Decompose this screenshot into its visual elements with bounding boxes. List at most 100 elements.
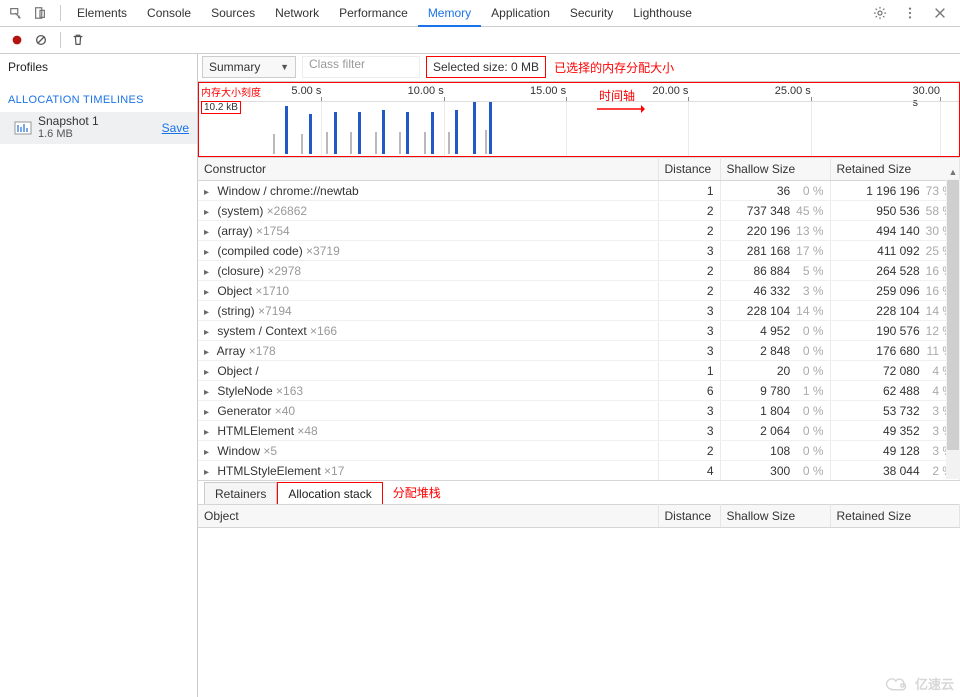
table-row[interactable]: ▸ HTMLStyleElement ×174300 0 %38 044 2 %	[198, 461, 960, 480]
timeline-graph[interactable]	[199, 101, 959, 157]
retainers-table: ObjectDistanceShallow SizeRetained Size	[198, 504, 960, 697]
tab-lighthouse[interactable]: Lighthouse	[623, 0, 702, 27]
alloc-bar	[301, 134, 303, 154]
table-row[interactable]: ▸ Window / chrome://newtab136 0 %1 196 1…	[198, 181, 960, 201]
selected-size-box: Selected size: 0 MB	[426, 56, 546, 78]
annotation-mem-scale: 内存大小刻度	[201, 84, 261, 99]
alloc-bar	[431, 112, 434, 154]
devtools-tab-bar: ElementsConsoleSourcesNetworkPerformance…	[0, 0, 960, 27]
table-row[interactable]: ▸ Object ×1710246 332 3 %259 096 16 %	[198, 281, 960, 301]
col-retained-size[interactable]: Retained Size	[830, 158, 960, 181]
table-row[interactable]: ▸ (string) ×71943228 104 14 %228 104 14 …	[198, 301, 960, 321]
alloc-bar	[382, 110, 385, 154]
alloc-bar	[399, 132, 401, 154]
class-filter-input[interactable]: Class filter	[302, 56, 420, 78]
alloc-bar	[455, 110, 458, 154]
tab-retainers[interactable]: Retainers	[204, 482, 277, 504]
col-constructor[interactable]: Constructor	[198, 158, 658, 181]
table-row[interactable]: ▸ Generator ×4031 804 0 %53 732 3 %	[198, 401, 960, 421]
more-icon[interactable]	[900, 3, 920, 23]
filter-bar: Summary ▼ Class filter Selected size: 0 …	[198, 54, 960, 82]
col-distance[interactable]: Distance	[658, 504, 720, 527]
alloc-bar	[489, 101, 492, 155]
watermark-text: 亿速云	[915, 674, 954, 693]
table-row[interactable]: ▸ Object /120 0 %72 080 4 %	[198, 361, 960, 381]
alloc-bar	[334, 112, 337, 154]
tab-network[interactable]: Network	[265, 0, 329, 27]
record-icon[interactable]	[6, 29, 28, 51]
detail-tabs: Retainers Allocation stack 分配堆栈	[198, 480, 960, 504]
tab-sources[interactable]: Sources	[201, 0, 265, 27]
timeline-ticks: 5.00 s10.00 s15.00 s20.00 s25.00 s30.00 …	[199, 83, 959, 101]
table-row[interactable]: ▸ Window ×52108 0 %49 128 3 %	[198, 441, 960, 461]
tick-label: 25.00 s	[775, 85, 811, 97]
alloc-bar	[485, 130, 487, 154]
col-object[interactable]: Object	[198, 504, 658, 527]
col-shallow-size[interactable]: Shallow Size	[720, 158, 830, 181]
annotation-time-axis: 时间轴	[599, 87, 635, 104]
annotation-selected-size: 已选择的内存分配大小	[554, 59, 674, 76]
tab-application[interactable]: Application	[481, 0, 560, 27]
chevron-down-icon: ▼	[280, 62, 289, 72]
table-row[interactable]: ▸ (compiled code) ×37193281 168 17 %411 …	[198, 241, 960, 261]
alloc-bar	[424, 132, 426, 154]
selected-size-label: Selected size: 0 MB	[433, 60, 539, 74]
col-retained-size[interactable]: Retained Size	[830, 504, 960, 527]
view-mode-label: Summary	[209, 60, 260, 74]
profiles-sidebar: Profiles ALLOCATION TIMELINES Snapshot 1…	[0, 54, 198, 697]
save-link[interactable]: Save	[162, 121, 189, 135]
tab-elements[interactable]: Elements	[67, 0, 137, 27]
alloc-bar	[473, 102, 476, 154]
memory-toolbar	[0, 27, 960, 54]
alloc-bar	[406, 112, 409, 154]
col-distance[interactable]: Distance	[658, 158, 720, 181]
allocation-timelines-group: ALLOCATION TIMELINES	[0, 88, 197, 112]
alloc-bar	[326, 132, 328, 154]
allocation-timeline[interactable]: 5.00 s10.00 s15.00 s20.00 s25.00 s30.00 …	[198, 82, 960, 158]
table-row[interactable]: ▸ (system) ×268622737 348 45 %950 536 58…	[198, 201, 960, 221]
snapshot-item[interactable]: Snapshot 1 1.6 MB Save	[0, 112, 197, 144]
constructor-table: ConstructorDistanceShallow SizeRetained …	[198, 157, 960, 479]
gear-icon[interactable]	[870, 3, 890, 23]
tab-security[interactable]: Security	[560, 0, 623, 27]
tick-label: 15.00 s	[530, 85, 566, 97]
alloc-bar	[358, 112, 361, 154]
tick-label: 5.00 s	[291, 85, 321, 97]
scroll-up-icon[interactable]: ▲	[946, 167, 960, 177]
table-row[interactable]: ▸ Array ×17832 848 0 %176 680 11 %	[198, 341, 960, 361]
tab-memory[interactable]: Memory	[418, 0, 481, 27]
profiles-title: Profiles	[0, 54, 197, 80]
alloc-bar	[273, 134, 275, 154]
tick-label: 20.00 s	[652, 85, 688, 97]
alloc-bar	[375, 132, 377, 154]
snapshot-label: Snapshot 1	[38, 114, 162, 128]
scrollbar-thumb[interactable]	[947, 180, 959, 450]
table-row[interactable]: ▸ HTMLElement ×4832 064 0 %49 352 3 %	[198, 421, 960, 441]
device-toolbar-icon[interactable]	[30, 3, 50, 23]
close-icon[interactable]	[930, 3, 950, 23]
alloc-bar	[448, 132, 450, 154]
tab-console[interactable]: Console	[137, 0, 201, 27]
table-row[interactable]: ▸ StyleNode ×16369 780 1 %62 488 4 %	[198, 381, 960, 401]
separator	[60, 32, 61, 48]
inspect-element-icon[interactable]	[6, 3, 26, 23]
alloc-bar	[309, 114, 312, 154]
main-panel: Summary ▼ Class filter Selected size: 0 …	[198, 54, 960, 697]
constructor-table-wrap: ConstructorDistanceShallow SizeRetained …	[198, 157, 960, 479]
table-row[interactable]: ▸ (array) ×17542220 196 13 %494 140 30 %	[198, 221, 960, 241]
trash-icon[interactable]	[67, 29, 89, 51]
tab-allocation-stack[interactable]: Allocation stack	[277, 482, 382, 504]
table-row[interactable]: ▸ system / Context ×16634 952 0 %190 576…	[198, 321, 960, 341]
watermark: 亿速云	[885, 674, 954, 693]
annotation-alloc-stack: 分配堆栈	[393, 484, 441, 504]
clear-icon[interactable]	[30, 29, 52, 51]
table-row[interactable]: ▸ (closure) ×2978286 884 5 %264 528 16 %	[198, 261, 960, 281]
alloc-bar	[350, 132, 352, 154]
tab-performance[interactable]: Performance	[329, 0, 418, 27]
arrow-right-icon	[597, 103, 645, 118]
col-shallow-size[interactable]: Shallow Size	[720, 504, 830, 527]
separator	[60, 5, 61, 21]
view-mode-select[interactable]: Summary ▼	[202, 56, 296, 78]
scrollbar-vertical[interactable]: ▲ ▼	[946, 179, 960, 479]
snapshot-icon	[12, 118, 34, 138]
